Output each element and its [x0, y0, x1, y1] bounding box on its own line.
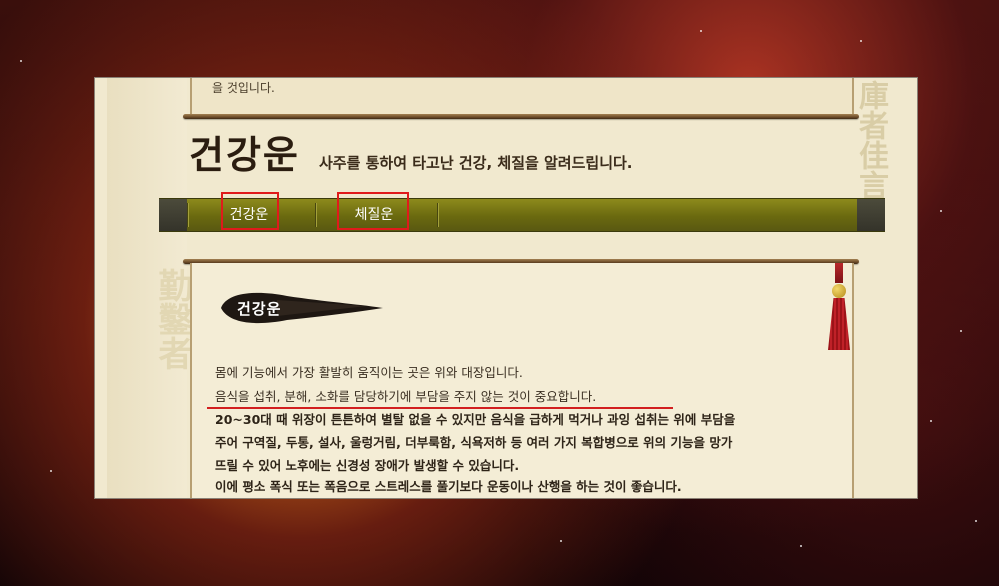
background-calligraphy-left: 勤鑿者	[152, 268, 192, 370]
menu-separator	[315, 203, 316, 227]
tassel-bead	[832, 284, 846, 298]
star	[860, 40, 862, 42]
paragraph-line: 몸에 기능에서 가장 활발히 움직이는 곳은 위와 대장입니다.	[215, 365, 523, 380]
page-frame: 勤鑿者 庫者佳言 을 것입니다. 건강운 사주를 통하여 타고난 건강, 체질을…	[94, 77, 918, 499]
tab-highlight-box	[337, 192, 409, 230]
star	[930, 420, 932, 422]
star	[20, 60, 22, 62]
menu-bar-right-cap	[857, 199, 885, 231]
paragraph-line: 이에 평소 폭식 또는 폭음으로 스트레스를 풀기보다 운동이나 산행을 하는 …	[215, 479, 682, 494]
menu-separator	[437, 203, 438, 227]
tassel-cord	[835, 263, 843, 283]
scroll-rod-top	[183, 114, 859, 119]
previous-section-panel	[190, 78, 854, 114]
menu-separator	[187, 203, 188, 227]
star	[800, 545, 802, 547]
star	[700, 30, 702, 32]
star	[975, 520, 977, 522]
star	[560, 540, 562, 542]
page-subtitle: 사주를 통하여 타고난 건강, 체질을 알려드립니다.	[319, 154, 633, 172]
page-title: 건강운	[189, 132, 300, 177]
star	[50, 470, 52, 472]
background-calligraphy-right: 庫者佳言	[853, 80, 888, 200]
tab-highlight-box	[221, 192, 279, 230]
section-label: 건강운	[237, 300, 282, 318]
paragraph-line: 20~30대 때 위장이 튼튼하여 별탈 없을 수 있지만 음식을 급하게 먹거…	[215, 412, 736, 427]
previous-section-text: 을 것입니다.	[212, 81, 275, 95]
paragraph-line: 뜨릴 수 있어 노후에는 신경성 장애가 발생할 수 있습니다.	[215, 458, 520, 473]
star	[940, 210, 942, 212]
paragraph-line: 음식을 섭취, 분해, 소화를 담당하기에 부담을 주지 않는 것이 중요합니다…	[215, 389, 597, 404]
star	[960, 330, 962, 332]
menu-bar-left-cap	[159, 199, 187, 231]
paragraph-line: 주어 구역질, 두통, 설사, 울렁거림, 더부룩함, 식욕저하 등 여러 가지…	[215, 435, 733, 450]
